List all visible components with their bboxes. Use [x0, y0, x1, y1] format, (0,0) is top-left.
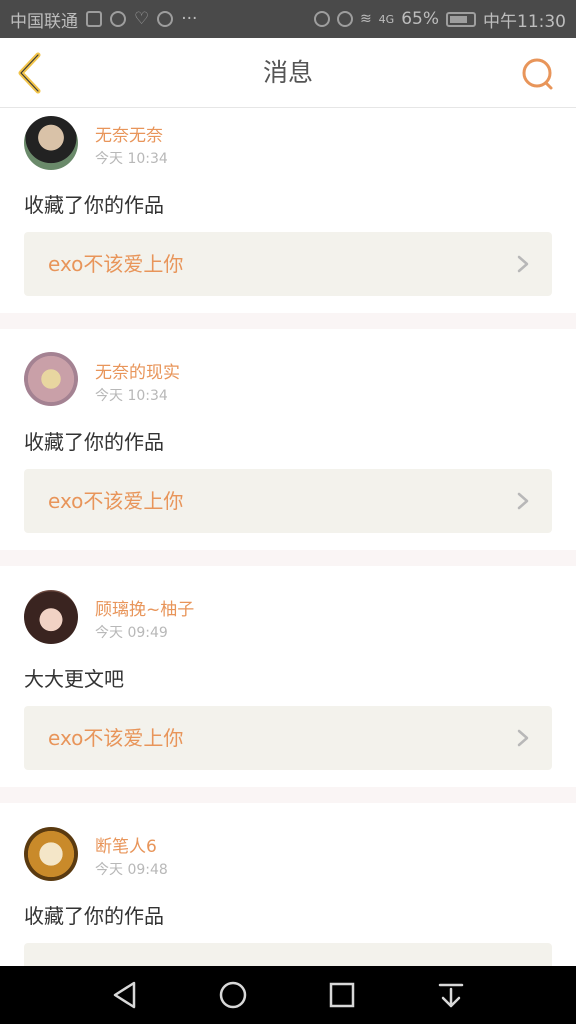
username[interactable]: 无奈无奈	[95, 121, 163, 146]
page-title: 消息	[262, 58, 313, 87]
message-text: 大大更文吧	[24, 667, 124, 691]
message-card: 无奈无奈 今天 10:34 收藏了你的作品 exo不该爱上你	[0, 108, 576, 313]
card-divider	[0, 550, 576, 566]
navigation-bar	[0, 966, 576, 1024]
message-time: 今天 09:49	[95, 625, 168, 641]
username[interactable]: 顾璃挽~柚子	[95, 595, 194, 620]
work-title: exo不该爱上你	[48, 726, 184, 750]
pull-down-icon[interactable]	[434, 978, 468, 1012]
message-text: 收藏了你的作品	[24, 193, 164, 217]
wifi-icon: ≋	[359, 11, 372, 27]
avatar[interactable]	[24, 590, 78, 644]
battery-percent-label: 65%	[401, 9, 439, 29]
card-divider	[0, 313, 576, 329]
search-icon[interactable]	[520, 56, 556, 92]
status-bar: 中国联通 ♡ ··· ≋ 4G 65% 中午11:30	[0, 0, 576, 38]
battery-icon	[446, 11, 476, 27]
avatar[interactable]	[24, 827, 78, 881]
message-time: 今天 10:34	[95, 388, 168, 404]
work-link[interactable]	[24, 943, 552, 966]
card-divider	[0, 787, 576, 803]
message-card: 无奈的现实 今天 10:34 收藏了你的作品 exo不该爱上你	[0, 329, 576, 550]
message-card: 断笔人6 今天 09:48 收藏了你的作品	[0, 803, 576, 966]
header: 消息	[0, 38, 576, 108]
message-text: 收藏了你的作品	[24, 904, 164, 928]
avatar[interactable]	[24, 352, 78, 406]
work-title: exo不该爱上你	[48, 252, 184, 276]
chevron-right-icon	[517, 729, 529, 747]
message-time: 今天 09:48	[95, 862, 168, 878]
work-link[interactable]: exo不该爱上你	[24, 706, 552, 770]
username[interactable]: 无奈的现实	[95, 358, 180, 383]
sync-icon	[110, 11, 126, 27]
alarm-icon	[313, 11, 330, 27]
cloud-icon	[86, 11, 102, 27]
app-screen: 中国联通 ♡ ··· ≋ 4G 65% 中午11:30 消息 无奈无奈 今天 1…	[0, 0, 576, 1024]
clock-label: 中午11:30	[483, 11, 566, 32]
work-link[interactable]: exo不该爱上你	[24, 469, 552, 533]
message-card: 顾璃挽~柚子 今天 09:49 大大更文吧 exo不该爱上你	[0, 566, 576, 787]
carrier-label: 中国联通	[10, 11, 78, 32]
back-triangle-icon[interactable]	[108, 978, 142, 1012]
home-circle-icon[interactable]	[216, 978, 250, 1012]
network-type-label: 4G	[378, 12, 395, 26]
username[interactable]: 断笔人6	[95, 832, 157, 857]
work-title: exo不该爱上你	[48, 489, 184, 513]
message-time: 今天 10:34	[95, 151, 168, 167]
more-notifications-icon: ···	[181, 9, 198, 29]
eye-icon	[336, 11, 353, 27]
chevron-right-icon	[517, 492, 529, 510]
heart-icon: ♡	[134, 9, 150, 29]
avatar[interactable]	[24, 116, 78, 170]
app-notification-icon	[157, 11, 174, 27]
work-link[interactable]: exo不该爱上你	[24, 232, 552, 296]
chevron-right-icon	[517, 255, 529, 273]
message-text: 收藏了你的作品	[24, 430, 164, 454]
recents-square-icon[interactable]	[325, 978, 359, 1012]
message-list[interactable]: 无奈无奈 今天 10:34 收藏了你的作品 exo不该爱上你 无奈的现实 今天 …	[0, 108, 576, 966]
